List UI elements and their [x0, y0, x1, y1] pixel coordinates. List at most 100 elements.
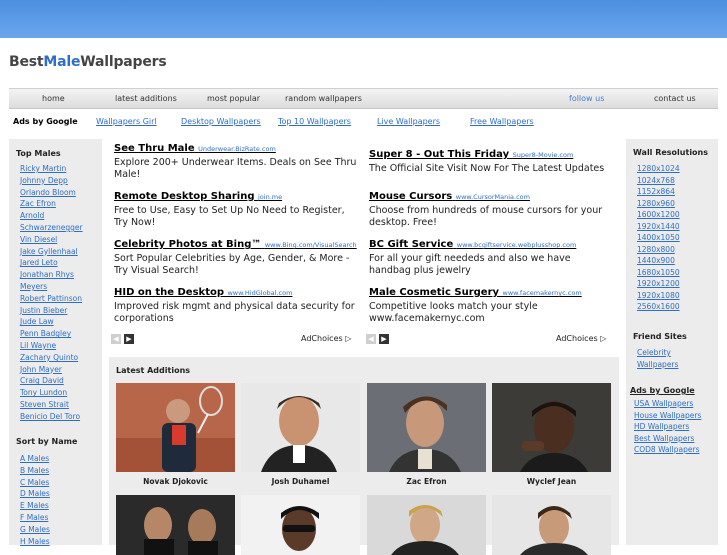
list-item[interactable]: 1152x864 [637, 186, 680, 198]
list-item[interactable]: Benicio Del Toro [20, 411, 83, 423]
ad-url[interactable]: www.CursorMania.com [456, 193, 530, 201]
ad-link-wallpapers-girl[interactable]: Wallpapers Girl [96, 117, 157, 126]
list-item[interactable]: 1920x1200 [637, 278, 680, 290]
wallpaper-thumbnail[interactable] [241, 495, 360, 555]
list-item[interactable]: F Males [20, 512, 50, 524]
list-item[interactable]: 1600x1200 [637, 209, 680, 221]
ad-block[interactable]: Super 8 - Out This Friday Super8-Movie.c… [369, 149, 614, 175]
ad-url[interactable]: www.HidGlobal.com [227, 289, 292, 297]
ad-prev-arrow-icon[interactable]: ◀ [111, 334, 121, 344]
ad-block[interactable]: Celebrity Photos at Bing™ www.Bing.com/V… [114, 239, 359, 277]
ad-title[interactable]: Male Cosmetic Surgery [369, 287, 499, 298]
nav-home[interactable]: home [42, 94, 65, 103]
list-item[interactable]: 1280x1024 [637, 163, 680, 175]
wallpaper-thumbnail[interactable] [492, 383, 611, 472]
ad-link-live-wallpapers[interactable]: Live Wallpapers [377, 117, 440, 126]
wallpaper-thumbnail[interactable] [367, 383, 486, 472]
list-item[interactable]: Best Wallpapers [634, 433, 701, 445]
list-item[interactable]: D Males [20, 488, 50, 500]
wallpaper-caption[interactable]: Wyclef Jean [492, 477, 611, 486]
ad-next-arrow-icon[interactable]: ▶ [379, 334, 389, 344]
list-item[interactable]: Jared Leto [20, 257, 83, 269]
list-item[interactable]: Schwarzenegger [20, 222, 83, 234]
list-item[interactable]: G Males [20, 524, 50, 536]
list-item[interactable]: Robert Pattinson [20, 293, 83, 305]
list-item[interactable]: Orlando Bloom [20, 187, 83, 199]
list-item[interactable]: Jonathan Rhys [20, 269, 83, 281]
nav-follow-us[interactable]: follow us [569, 94, 604, 103]
ad-title[interactable]: Mouse Cursors [369, 191, 452, 202]
ad-block[interactable]: Male Cosmetic Surgery www.facemakernyc.c… [369, 287, 614, 325]
list-item[interactable]: 1680x1050 [637, 267, 680, 279]
list-item[interactable]: Meyers [20, 281, 83, 293]
ad-url[interactable]: Underwear.BizRate.com [198, 145, 276, 153]
ad-block[interactable]: HID on the Desktop www.HidGlobal.com Imp… [114, 287, 359, 325]
ad-block[interactable]: Mouse Cursors www.CursorMania.com Choose… [369, 191, 614, 229]
ad-block[interactable]: BC Gift Service www.bcgiftservice.webplu… [369, 239, 614, 277]
ad-title[interactable]: HID on the Desktop [114, 287, 224, 298]
list-item[interactable]: Lil Wayne [20, 340, 83, 352]
wallpaper-caption[interactable]: Josh Duhamel [241, 477, 360, 486]
ad-link-top-10-wallpapers[interactable]: Top 10 Wallpapers [278, 117, 351, 126]
list-item[interactable]: COD8 Wallpapers [634, 444, 701, 456]
list-item[interactable]: Jude Law [20, 316, 83, 328]
wallpaper-thumbnail[interactable] [492, 495, 611, 555]
ad-title[interactable]: See Thru Male [114, 143, 195, 154]
list-item[interactable]: House Wallpapers [634, 410, 701, 422]
list-item[interactable]: Jake Gyllenhaal [20, 246, 83, 258]
list-item[interactable]: Tony Lundon [20, 387, 83, 399]
nav-latest-additions[interactable]: latest additions [115, 94, 177, 103]
list-item[interactable]: HD Wallpapers [634, 421, 701, 433]
ads-by-google-title[interactable]: Ads by Google [630, 386, 695, 395]
list-item[interactable]: Justin Bieber [20, 305, 83, 317]
list-item[interactable]: Wallpapers [637, 359, 678, 371]
ad-title[interactable]: Remote Desktop Sharing [114, 191, 255, 202]
site-logo[interactable]: BestMaleWallpapers [9, 54, 167, 70]
list-item[interactable]: Arnold [20, 210, 83, 222]
list-item[interactable]: Craig David [20, 375, 83, 387]
list-item[interactable]: 2560x1600 [637, 301, 680, 313]
list-item[interactable]: Penn Badgley [20, 328, 83, 340]
ad-prev-arrow-icon[interactable]: ◀ [366, 334, 376, 344]
list-item[interactable]: Vin Diesel [20, 234, 83, 246]
list-item[interactable]: Steven Strait [20, 399, 83, 411]
list-item[interactable]: 1280x960 [637, 198, 680, 210]
ad-url[interactable]: www.facemakernyc.com [503, 289, 582, 297]
list-item[interactable]: A Males [20, 453, 50, 465]
wallpaper-thumbnail[interactable] [241, 383, 360, 472]
list-item[interactable]: USA Wallpapers [634, 398, 701, 410]
list-item[interactable]: C Males [20, 477, 50, 489]
ad-block[interactable]: See Thru Male Underwear.BizRate.com Expl… [114, 143, 359, 181]
list-item[interactable]: Zac Efron [20, 198, 83, 210]
ad-title[interactable]: Super 8 - Out This Friday [369, 149, 509, 160]
list-item[interactable]: Zachary Quinto [20, 352, 83, 364]
adchoices-link[interactable]: AdChoices ▷ [556, 334, 606, 343]
nav-contact-us[interactable]: contact us [654, 94, 696, 103]
wallpaper-thumbnail[interactable] [116, 495, 235, 555]
list-item[interactable]: 1400x1050 [637, 232, 680, 244]
list-item[interactable]: 1280x800 [637, 244, 680, 256]
list-item[interactable]: 1440x900 [637, 255, 680, 267]
ad-block[interactable]: Remote Desktop Sharing join.me Free to U… [114, 191, 359, 229]
ad-url[interactable]: www.Bing.com/VisualSearch [265, 241, 357, 249]
list-item[interactable]: H Males [20, 536, 50, 548]
ad-link-free-wallpapers[interactable]: Free Wallpapers [470, 117, 534, 126]
list-item[interactable]: 1920x1080 [637, 290, 680, 302]
list-item[interactable]: John Mayer [20, 364, 83, 376]
list-item[interactable]: Johnny Depp [20, 175, 83, 187]
list-item[interactable]: E Males [20, 500, 50, 512]
list-item[interactable]: 1920x1440 [637, 221, 680, 233]
list-item[interactable]: Celebrity [637, 347, 678, 359]
adchoices-link[interactable]: AdChoices ▷ [301, 334, 351, 343]
wallpaper-caption[interactable]: Zac Efron [367, 477, 486, 486]
ad-next-arrow-icon[interactable]: ▶ [124, 334, 134, 344]
ad-url[interactable]: www.bcgiftservice.webplusshop.com [457, 241, 577, 249]
wallpaper-caption[interactable]: Novak Djokovic [116, 477, 235, 486]
nav-most-popular[interactable]: most popular [207, 94, 260, 103]
ad-title[interactable]: BC Gift Service [369, 239, 453, 250]
list-item[interactable]: B Males [20, 465, 50, 477]
wallpaper-thumbnail[interactable] [367, 495, 486, 555]
ad-url[interactable]: join.me [258, 193, 282, 201]
list-item[interactable]: 1024x768 [637, 175, 680, 187]
ad-link-desktop-wallpapers[interactable]: Desktop Wallpapers [181, 117, 261, 126]
